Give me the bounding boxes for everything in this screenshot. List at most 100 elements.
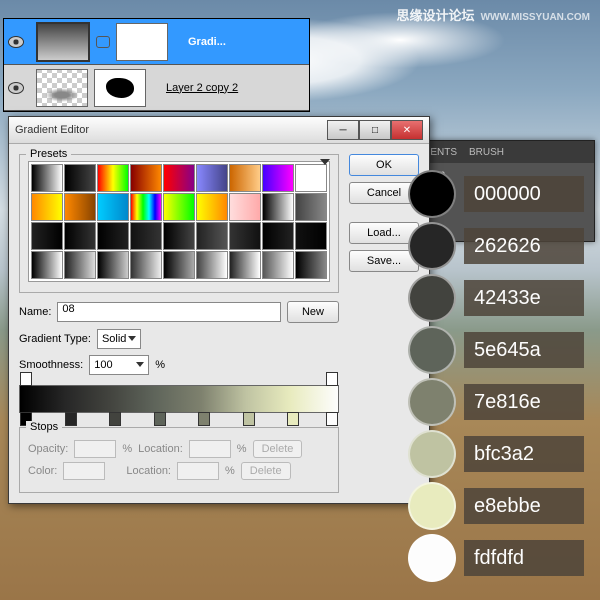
eye-icon: [8, 36, 24, 48]
color-swatch: [408, 378, 456, 426]
color-stop[interactable]: [326, 412, 338, 426]
color-stop[interactable]: [243, 412, 255, 426]
color-stop[interactable]: [198, 412, 210, 426]
presets-grid: [28, 161, 330, 282]
color-item: 42433e: [408, 274, 584, 322]
preset-swatch[interactable]: [130, 193, 162, 221]
preset-swatch[interactable]: [262, 251, 294, 279]
name-input[interactable]: 08: [57, 302, 281, 322]
new-button[interactable]: New: [287, 301, 339, 323]
color-hex-label: 262626: [464, 228, 584, 264]
preset-swatch[interactable]: [229, 251, 261, 279]
presets-fieldset: Presets: [19, 154, 339, 293]
color-stop[interactable]: [154, 412, 166, 426]
preset-swatch[interactable]: [64, 251, 96, 279]
preset-swatch[interactable]: [130, 251, 162, 279]
tab-brush[interactable]: BRUSH: [469, 147, 504, 158]
preset-swatch[interactable]: [163, 164, 195, 192]
preset-swatch[interactable]: [130, 164, 162, 192]
preset-swatch[interactable]: [295, 164, 327, 192]
preset-swatch[interactable]: [64, 193, 96, 221]
color-input: [63, 462, 105, 480]
preset-swatch[interactable]: [262, 222, 294, 250]
color-item: fdfdfd: [408, 534, 584, 582]
color-hex-label: e8ebbe: [464, 488, 584, 524]
dialog-title: Gradient Editor: [15, 124, 327, 136]
preset-swatch[interactable]: [130, 222, 162, 250]
preset-swatch[interactable]: [31, 222, 63, 250]
delete-button: Delete: [253, 440, 303, 458]
preset-swatch[interactable]: [31, 164, 63, 192]
close-button[interactable]: ✕: [391, 120, 423, 140]
location-label: Location:: [138, 443, 183, 455]
smoothness-input[interactable]: 100: [89, 355, 149, 375]
gradient-type-dropdown[interactable]: Solid: [97, 329, 141, 349]
preset-swatch[interactable]: [229, 193, 261, 221]
preset-swatch[interactable]: [196, 222, 228, 250]
color-stop[interactable]: [65, 412, 77, 426]
maximize-button[interactable]: □: [359, 120, 391, 140]
color-hex-label: bfc3a2: [464, 436, 584, 472]
color-swatch: [408, 482, 456, 530]
color-stop[interactable]: [109, 412, 121, 426]
preset-swatch[interactable]: [262, 193, 294, 221]
watermark: 思缘设计论坛WWW.MISSYUAN.COM: [397, 5, 590, 24]
layer-thumbnail[interactable]: [36, 69, 88, 107]
color-item: 5e645a: [408, 326, 584, 374]
visibility-toggle[interactable]: [4, 82, 28, 94]
name-label: Name:: [19, 306, 51, 318]
preset-swatch[interactable]: [295, 251, 327, 279]
location-label: Location:: [126, 465, 171, 477]
opacity-stop[interactable]: [20, 372, 32, 386]
gradient-type-label: Gradient Type:: [19, 333, 91, 345]
color-swatch: [408, 430, 456, 478]
layer-thumbnail[interactable]: [36, 22, 90, 62]
preset-swatch[interactable]: [262, 164, 294, 192]
preset-swatch[interactable]: [163, 251, 195, 279]
preset-swatch[interactable]: [163, 222, 195, 250]
mask-thumbnail[interactable]: [116, 23, 168, 61]
stops-label: Stops: [26, 421, 62, 433]
preset-swatch[interactable]: [196, 193, 228, 221]
preset-swatch[interactable]: [97, 222, 129, 250]
presets-menu-icon[interactable]: [320, 159, 330, 165]
gradient-editor-dialog: Gradient Editor ─ □ ✕ Presets Name: 08 N…: [8, 116, 430, 504]
color-stop[interactable]: [287, 412, 299, 426]
color-label: Color:: [28, 465, 57, 477]
preset-swatch[interactable]: [229, 222, 261, 250]
preset-swatch[interactable]: [97, 251, 129, 279]
preset-swatch[interactable]: [97, 193, 129, 221]
gradient-preview-bar[interactable]: [19, 385, 339, 413]
color-item: bfc3a2: [408, 430, 584, 478]
preset-swatch[interactable]: [196, 164, 228, 192]
color-swatch: [408, 170, 456, 218]
preset-swatch[interactable]: [163, 193, 195, 221]
mask-thumbnail[interactable]: [94, 69, 146, 107]
location-input: [189, 440, 231, 458]
minimize-button[interactable]: ─: [327, 120, 359, 140]
layer-name[interactable]: Gradi...: [176, 36, 309, 48]
layer-row-gradient[interactable]: Gradi...: [4, 19, 309, 65]
visibility-toggle[interactable]: [4, 36, 28, 48]
color-hex-label: 5e645a: [464, 332, 584, 368]
preset-swatch[interactable]: [196, 251, 228, 279]
preset-swatch[interactable]: [64, 164, 96, 192]
preset-swatch[interactable]: [97, 164, 129, 192]
location-input: [177, 462, 219, 480]
color-hex-label: 7e816e: [464, 384, 584, 420]
titlebar[interactable]: Gradient Editor ─ □ ✕: [9, 117, 429, 144]
layer-name[interactable]: Layer 2 copy 2: [154, 82, 309, 94]
preset-swatch[interactable]: [229, 164, 261, 192]
preset-swatch[interactable]: [295, 222, 327, 250]
opacity-label: Opacity:: [28, 443, 68, 455]
preset-swatch[interactable]: [31, 251, 63, 279]
delete-button: Delete: [241, 462, 291, 480]
layer-row-copy[interactable]: Layer 2 copy 2: [4, 65, 309, 111]
preset-swatch[interactable]: [295, 193, 327, 221]
preset-swatch[interactable]: [31, 193, 63, 221]
eye-icon: [8, 82, 24, 94]
preset-swatch[interactable]: [64, 222, 96, 250]
opacity-stop[interactable]: [326, 372, 338, 386]
color-swatch: [408, 222, 456, 270]
link-icon[interactable]: [96, 36, 110, 48]
